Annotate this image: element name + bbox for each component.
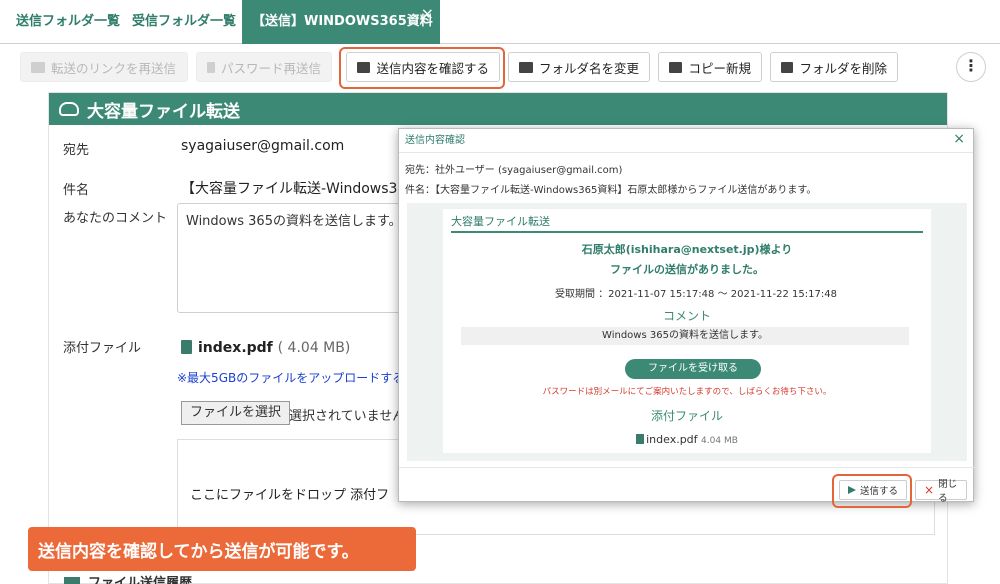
folder-icon: [64, 577, 80, 584]
attached-file: index.pdf ( 4.04 MB): [181, 340, 350, 356]
dialog-close-icon[interactable]: ×: [953, 131, 965, 147]
tab-bar: 送信フォルダ一覧 受信フォルダ一覧 【送信】WINDOWS365資料 ×: [0, 0, 1000, 44]
close-icon: ×: [924, 483, 935, 497]
tab-close-icon[interactable]: ×: [421, 0, 434, 36]
tab-receive-folders[interactable]: 受信フォルダ一覧: [132, 0, 236, 44]
attach-label: 添付ファイル: [63, 341, 142, 356]
card-header: 大容量ファイル転送: [49, 93, 947, 125]
more-menu-button[interactable]: ⋮: [956, 52, 986, 82]
mail-preview: 大容量ファイル転送 石原太郎(ishihara@nextset.jp)様より フ…: [443, 209, 931, 453]
tab-windows365-label: 【送信】WINDOWS365資料: [252, 14, 433, 29]
preview-sender: 石原太郎(ishihara@nextset.jp)様より: [581, 243, 793, 256]
confirm-highlight: [339, 47, 505, 89]
folder-edit-icon: [519, 61, 533, 73]
dialog-close-button[interactable]: × 閉じる: [915, 479, 967, 504]
to-value[interactable]: syagaiuser@gmail.com: [181, 138, 344, 154]
resend-link-button[interactable]: 転送のリンクを再送信: [20, 52, 188, 82]
no-file-selected: 選択されていません: [289, 409, 406, 424]
dialog-subject: 件名：【大容量ファイル転送-Windows365資料】石原太郎様からファイル送信…: [405, 185, 817, 196]
resend-password-button[interactable]: パスワード再送信: [196, 52, 332, 82]
period-value: ：2021-11-07 15:17:48 ～ 2021-11-22 15:17:…: [598, 289, 837, 300]
dialog-title: 送信内容確認: [399, 129, 973, 153]
to-label: 宛先: [63, 143, 90, 158]
rename-folder-button[interactable]: フォルダ名を変更: [508, 52, 650, 82]
card-title: 大容量ファイル転送: [87, 101, 240, 122]
folder-delete-icon: [781, 61, 794, 73]
pdf-icon: [181, 340, 192, 354]
folder-lock-icon: [207, 61, 215, 73]
send-highlight: [832, 474, 912, 508]
instruction-callout: 送信内容を確認してから送信が可能です。: [28, 527, 416, 571]
file-name: index.pdf: [198, 340, 273, 356]
cloud-upload-icon: [59, 102, 79, 116]
preview-attachment: index.pdf 4.04 MB: [443, 433, 931, 446]
password-warning: パスワードは別メールにてご案内いたしますので、しばらくお待ち下さい。: [542, 387, 832, 397]
tab-send-folders[interactable]: 送信フォルダ一覧: [16, 0, 120, 44]
pdf-icon: [636, 434, 645, 444]
tab-windows365[interactable]: 【送信】WINDOWS365資料 ×: [242, 0, 440, 44]
preview-title: 大容量ファイル転送: [451, 213, 923, 233]
subject-label: 件名: [63, 183, 90, 198]
comment-label: あなたのコメント: [63, 211, 168, 226]
confirm-dialog: 送信内容確認 × 宛先：社外ユーザー (syagaiuser@gmail.com…: [398, 128, 975, 504]
copy-new-button[interactable]: コピー新規: [658, 52, 762, 82]
preview-comment: Windows 365の資料を送信します。: [461, 327, 909, 345]
file-size: ( 4.04 MB): [277, 340, 351, 356]
receive-file-button[interactable]: ファイルを受け取る: [625, 359, 761, 379]
preview-sent: ファイルの送信がありました。: [610, 263, 764, 276]
preview-period: 受取期間 ：2021-11-07 15:17:48 ～ 2021-11-22 1…: [555, 285, 837, 300]
drop-zone-text: ここにファイルをドロップ 添付フ: [190, 488, 390, 503]
upload-limit-note: ※最大5GBのファイルをアップロードする: [177, 371, 405, 385]
preview-comment-head: コメント: [662, 309, 711, 323]
send-icon: [31, 61, 45, 73]
dialog-to: 宛先：社外ユーザー (syagaiuser@gmail.com): [405, 165, 623, 176]
dialog-body: 大容量ファイル転送 石原太郎(ishihara@nextset.jp)様より フ…: [407, 203, 967, 461]
period-label: 受取期間: [555, 289, 595, 300]
send-history-header[interactable]: ファイル送信履歴: [64, 572, 192, 584]
choose-file-button[interactable]: ファイルを選択: [181, 401, 291, 425]
subject-value[interactable]: 【大容量ファイル転送-Windows365: [181, 178, 415, 198]
copy-folder-icon: [669, 61, 683, 73]
delete-folder-button[interactable]: フォルダを削除: [770, 52, 898, 82]
preview-attach-head: 添付ファイル: [650, 409, 723, 423]
